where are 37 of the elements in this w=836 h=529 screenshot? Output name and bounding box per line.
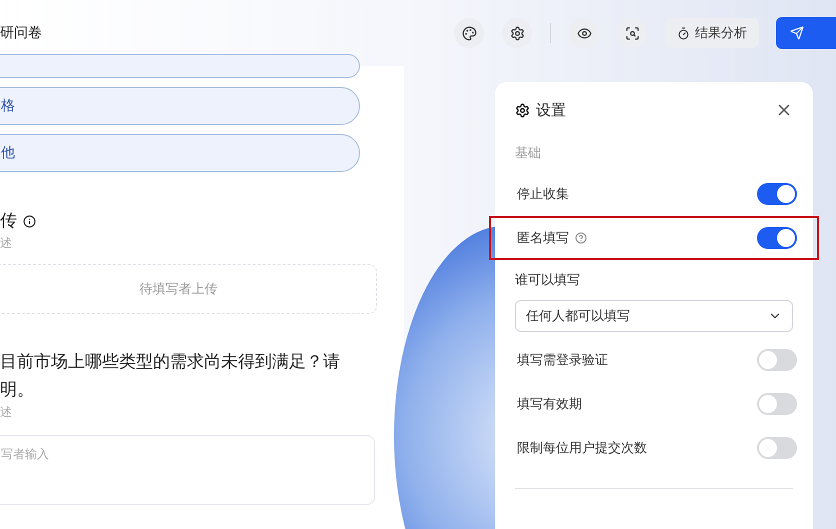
option-pill[interactable]: 格 — [0, 87, 360, 125]
setting-label: 停止收集 — [517, 186, 569, 203]
preview-button[interactable] — [569, 18, 599, 48]
scan-icon — [624, 26, 640, 40]
survey-title: 研问卷 — [0, 24, 42, 42]
section-label: 基础 — [515, 145, 542, 162]
timer-icon — [677, 26, 690, 40]
settings-icon — [510, 26, 524, 40]
settings-icon — [515, 102, 530, 118]
question-title: 目前市场上哪些类型的需求尚未得到满足？请 — [0, 351, 341, 374]
palette-icon — [462, 26, 476, 40]
help-icon[interactable] — [575, 232, 587, 244]
setting-label: 谁可以填写 — [515, 272, 580, 289]
result-analysis-button[interactable]: 结果分析 — [665, 18, 759, 48]
send-icon — [790, 26, 804, 40]
scan-button[interactable] — [617, 18, 647, 48]
setting-label: 填写有效期 — [517, 396, 582, 413]
toggle-switch[interactable] — [757, 349, 797, 371]
eye-icon — [576, 26, 592, 40]
question-description: 述 — [0, 235, 13, 252]
panel-title: 设置 — [536, 100, 566, 120]
setting-label: 填写需登录验证 — [517, 352, 608, 369]
setting-label: 限制每位用户提交次数 — [517, 440, 647, 457]
settings-button[interactable] — [502, 18, 532, 48]
toggle-switch[interactable] — [757, 183, 797, 205]
question-title: 明。 — [0, 379, 35, 402]
toggle-switch[interactable] — [757, 227, 797, 249]
setting-label: 匿名填写 — [517, 230, 569, 247]
question-description: 述 — [0, 404, 13, 421]
toggle-switch[interactable] — [757, 437, 797, 459]
question-title: 传 — [0, 210, 17, 233]
info-icon — [23, 214, 36, 228]
option-pill[interactable]: 他 — [0, 134, 360, 172]
select-dropdown[interactable]: 任何人都可以填写 — [515, 300, 793, 332]
palette-button[interactable] — [454, 18, 484, 48]
toggle-switch[interactable] — [757, 393, 797, 415]
send-button[interactable] — [776, 17, 836, 49]
